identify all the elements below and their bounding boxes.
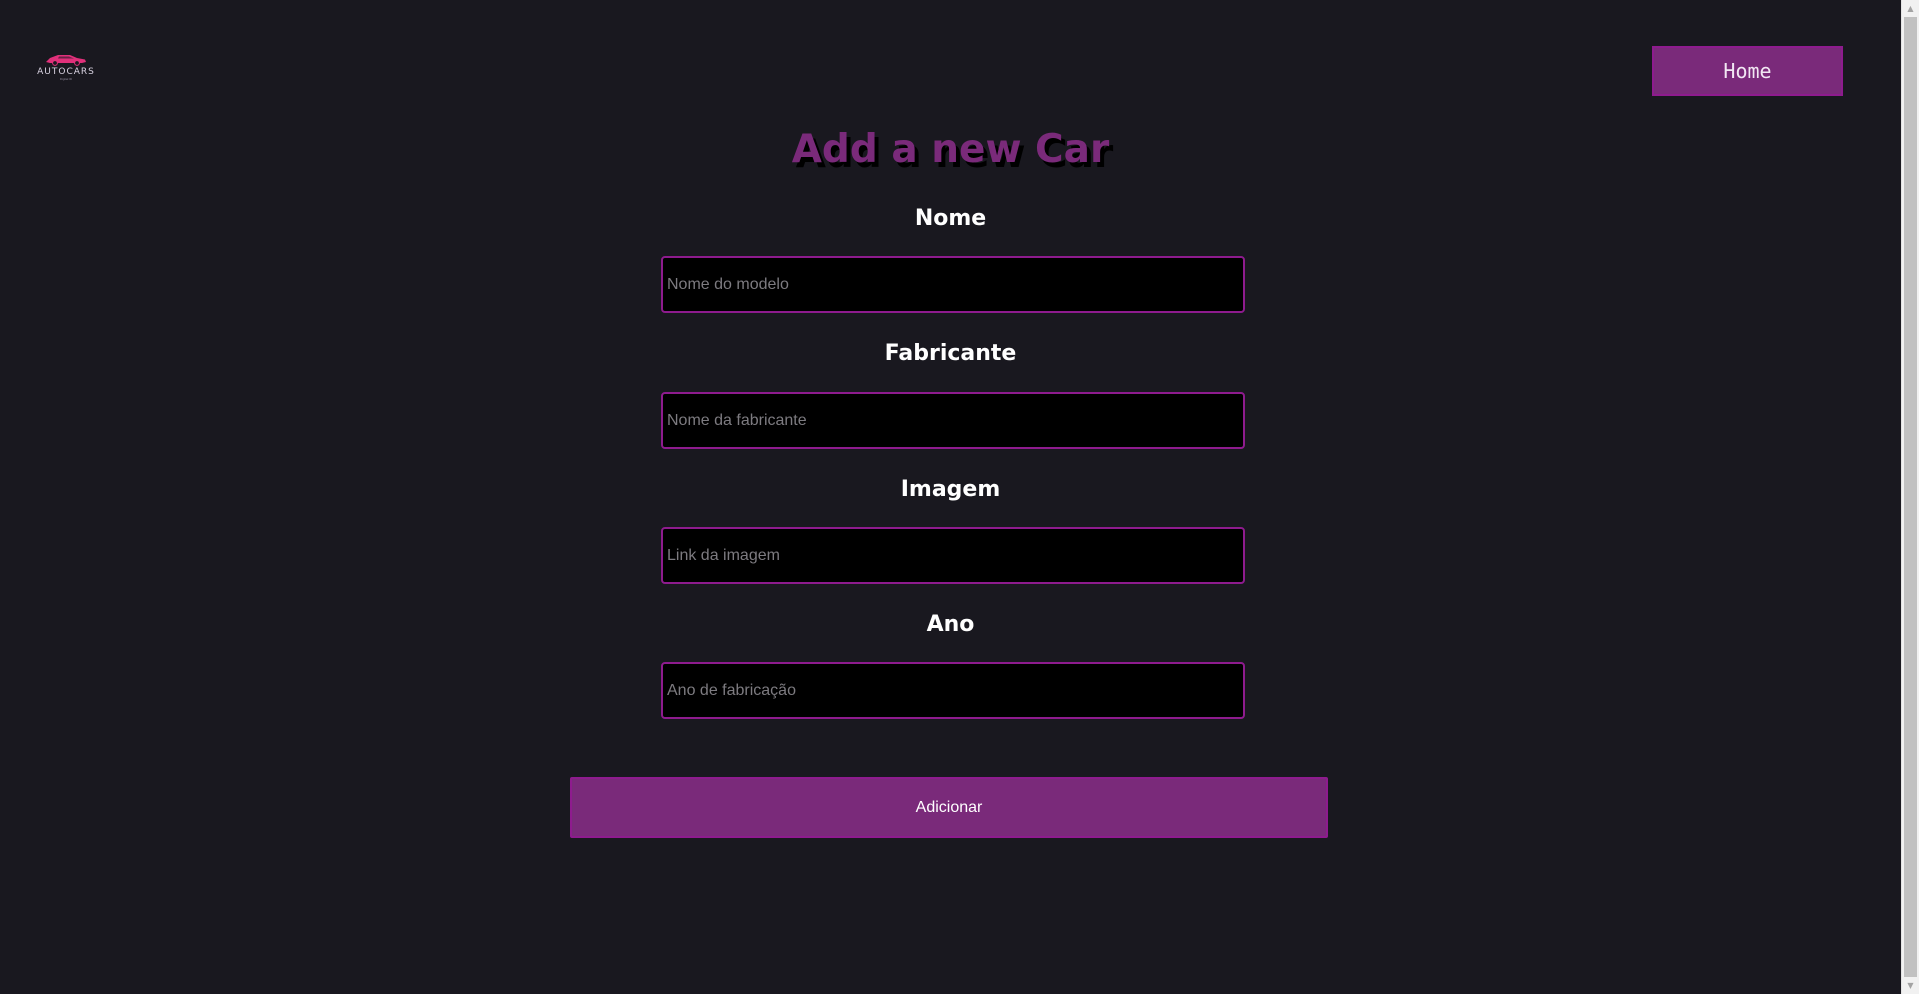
adicionar-button[interactable]: Adicionar xyxy=(570,777,1328,838)
car-logo-icon xyxy=(46,55,86,66)
nome-label: Nome xyxy=(914,206,987,231)
logo-subtext: Digital ID xyxy=(59,77,73,81)
add-car-page: AUTOCARS Digital ID Home Add a new Car N… xyxy=(0,0,1901,994)
scroll-thumb[interactable] xyxy=(1904,17,1917,977)
page-title: Add a new Car xyxy=(791,127,1110,172)
autocars-logo[interactable]: AUTOCARS Digital ID xyxy=(30,52,102,86)
imagem-input[interactable] xyxy=(661,527,1245,584)
imagem-label: Imagem xyxy=(900,477,1001,502)
nome-input[interactable] xyxy=(661,256,1245,313)
scroll-up-icon[interactable]: ▲ xyxy=(1902,0,1919,17)
ano-label: Ano xyxy=(926,612,975,637)
logo-text: AUTOCARS xyxy=(37,67,95,77)
fabricante-label: Fabricante xyxy=(884,341,1017,366)
vertical-scrollbar[interactable]: ▲ ▼ xyxy=(1901,0,1919,994)
home-button[interactable]: Home xyxy=(1652,46,1843,96)
ano-input[interactable] xyxy=(661,662,1245,719)
scroll-down-icon[interactable]: ▼ xyxy=(1902,977,1919,994)
fabricante-input[interactable] xyxy=(661,392,1245,449)
